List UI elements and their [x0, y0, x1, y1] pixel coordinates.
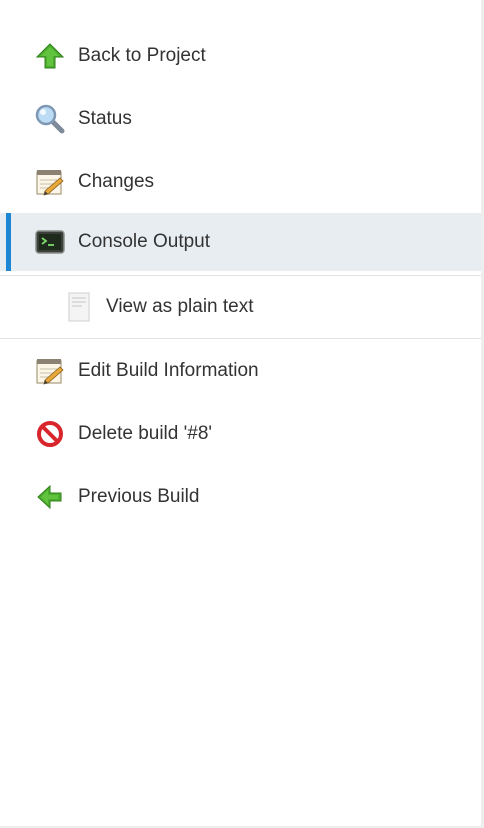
task-view-as-plain-text[interactable]: View as plain text [0, 275, 481, 339]
notepad-icon [34, 355, 66, 387]
task-label-delete-build: Delete build '#8' [78, 422, 213, 444]
task-label-previous-build: Previous Build [78, 485, 200, 507]
task-label-console-output: Console Output [78, 231, 211, 252]
task-delete-build[interactable]: Delete build '#8' [0, 402, 481, 465]
task-label-back-to-project: Back to Project [78, 44, 206, 66]
terminal-icon [34, 226, 66, 258]
task-label-edit-build-information: Edit Build Information [78, 359, 259, 381]
document-icon [63, 291, 95, 323]
notepad-icon [34, 166, 66, 198]
task-edit-build-information[interactable]: Edit Build Information [0, 339, 481, 402]
task-label-view-as-plain-text: View as plain text [106, 296, 254, 317]
task-label-changes: Changes [78, 170, 155, 192]
task-console-output[interactable]: Console Output [0, 213, 481, 271]
task-status[interactable]: Status [0, 87, 481, 150]
no-entry-icon [34, 418, 66, 450]
jenkins-build-page: Back to Project Status Changes Console O… [0, 0, 484, 828]
magnifier-icon [34, 103, 66, 135]
side-panel-tasks: Back to Project Status Changes Console O… [0, 24, 481, 528]
task-label-status: Status [78, 107, 132, 129]
task-changes[interactable]: Changes [0, 150, 481, 213]
up-arrow-icon [34, 40, 66, 72]
left-arrow-icon [34, 481, 66, 513]
task-back-to-project[interactable]: Back to Project [0, 24, 481, 87]
task-previous-build[interactable]: Previous Build [0, 465, 481, 528]
